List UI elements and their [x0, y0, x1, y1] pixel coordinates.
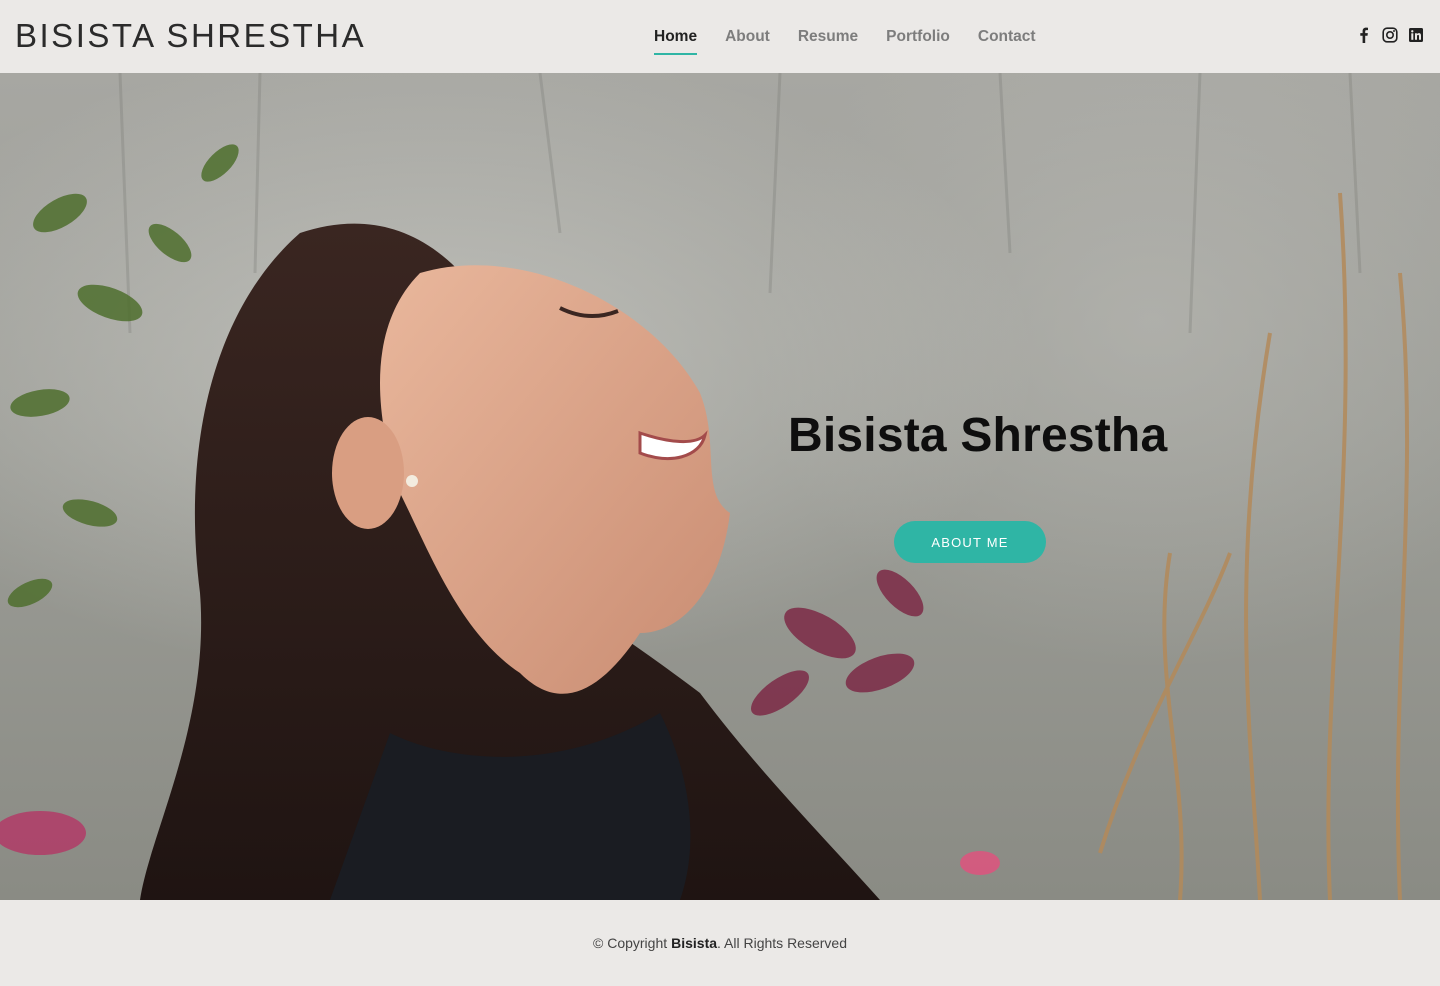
facebook-icon[interactable] [1355, 26, 1373, 44]
nav-item-resume[interactable]: Resume [798, 27, 858, 47]
instagram-icon[interactable] [1381, 26, 1399, 44]
nav-item-about[interactable]: About [725, 27, 770, 47]
hero-section: Bisista Shrestha About Me [0, 73, 1440, 900]
nav-item-home[interactable]: Home [654, 27, 698, 55]
social-links [1355, 26, 1425, 44]
nav-item-contact[interactable]: Contact [978, 27, 1036, 47]
site-footer: © Copyright Bisista . All Rights Reserve… [0, 900, 1440, 986]
copyright-name: Bisista [671, 935, 718, 951]
hero-title: Bisista Shrestha [788, 409, 1168, 462]
site-logo[interactable]: BISISTA SHRESTHA [15, 16, 366, 56]
site-header: BISISTA SHRESTHA Home About Resume Portf… [0, 0, 1440, 73]
nav-item-portfolio[interactable]: Portfolio [886, 27, 950, 47]
copyright-prefix: © Copyright [593, 935, 668, 951]
copyright-suffix: . All Rights Reserved [717, 935, 847, 951]
hero-background-photo [0, 73, 1410, 900]
main-nav: Home About Resume Portfolio Contact [654, 0, 1064, 73]
about-me-button[interactable]: About Me [894, 521, 1046, 563]
linkedin-icon[interactable] [1407, 26, 1425, 44]
